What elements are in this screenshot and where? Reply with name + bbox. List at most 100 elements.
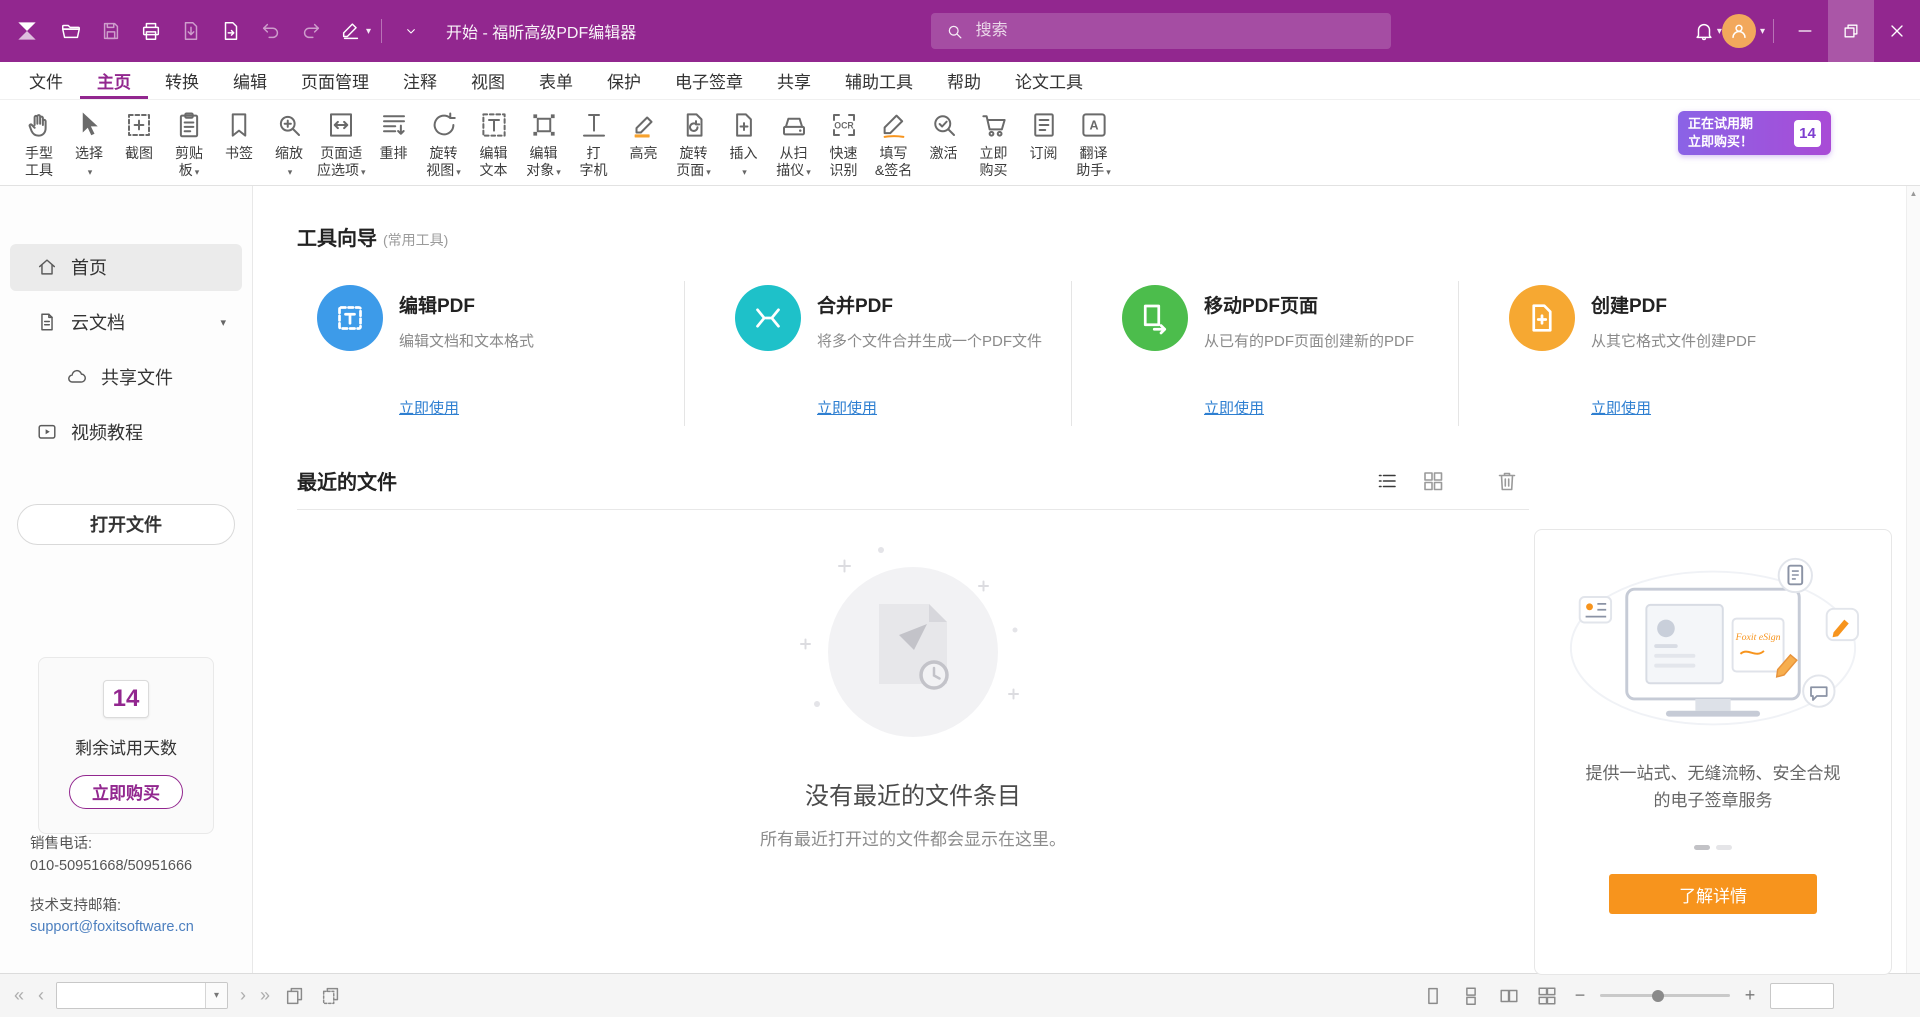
- ribbon-edit-text-button[interactable]: 编辑 文本: [469, 108, 519, 181]
- ribbon-rotate-view-button[interactable]: 旋转 视图▾: [419, 108, 469, 181]
- use-now-link[interactable]: 立即使用: [1204, 397, 1264, 418]
- ribbon-clipboard-button[interactable]: 剪贴 板▾: [164, 108, 214, 181]
- redo-icon-button[interactable]: [292, 12, 330, 50]
- restore-button[interactable]: [1828, 0, 1874, 62]
- sidebar-item-shared-files[interactable]: 共享文件: [10, 354, 242, 401]
- menu-item-form[interactable]: 表单: [522, 62, 590, 99]
- search-input[interactable]: [974, 21, 1377, 41]
- zoom-out-button[interactable]: −: [1572, 985, 1588, 1006]
- ribbon-subscribe-button[interactable]: 订阅: [1019, 108, 1069, 164]
- ribbon-snapshot-button[interactable]: 截图: [114, 108, 164, 164]
- ribbon-zoom-button[interactable]: 缩放 ▾: [264, 108, 314, 181]
- convert-doc-icon-button[interactable]: [212, 12, 250, 50]
- sign-dropdown-caret-icon[interactable]: ▾: [366, 26, 371, 37]
- ribbon-rotate-pages-button[interactable]: 旋转 页面▾: [669, 108, 719, 181]
- support-email-link[interactable]: support@foxitsoftware.cn: [30, 919, 194, 935]
- ribbon-fit-options-button[interactable]: 页面适 应选项▾: [314, 108, 369, 181]
- grid-view-button[interactable]: [1419, 467, 1447, 495]
- use-now-link[interactable]: 立即使用: [1591, 397, 1651, 418]
- ribbon-insert-button[interactable]: 插入 ▾: [719, 108, 769, 181]
- fill-sign-icon: [879, 110, 909, 140]
- ribbon-reflow-button[interactable]: 重排: [369, 108, 419, 164]
- menu-item-comment[interactable]: 注释: [386, 62, 454, 99]
- carousel-dot[interactable]: [1716, 845, 1732, 850]
- clear-recent-button[interactable]: [1493, 467, 1521, 495]
- learn-more-button[interactable]: 了解详情: [1609, 874, 1817, 914]
- trial-period-badge[interactable]: 正在试用期 立即购买！ 14: [1678, 111, 1831, 155]
- list-view-button[interactable]: [1373, 467, 1401, 495]
- ribbon-fill-sign-button[interactable]: 填写 &签名: [869, 108, 919, 181]
- view-continuous-button[interactable]: [1458, 983, 1484, 1009]
- scroll-up-icon[interactable]: ▲: [1910, 190, 1918, 973]
- sidebar-item-video-tutorials[interactable]: 视频教程: [10, 409, 242, 456]
- menu-item-share[interactable]: 共享: [760, 62, 828, 99]
- ribbon-highlight-button[interactable]: 高亮: [619, 108, 669, 164]
- copy-pages-button[interactable]: [318, 983, 344, 1009]
- zoom-level-input[interactable]: [1770, 983, 1834, 1009]
- sidebar-item-cloud-docs[interactable]: 云文档 ▾: [10, 299, 242, 346]
- tool-card-edit-pdf[interactable]: 编辑PDF 编辑文档和文本格式 立即使用: [297, 281, 684, 426]
- chevron-down-icon[interactable]: ▾: [220, 316, 226, 329]
- undo-icon-button[interactable]: [252, 12, 290, 50]
- snapshot-pages-button[interactable]: [282, 983, 308, 1009]
- last-page-icon[interactable]: »: [258, 985, 272, 1006]
- tool-card-move-pdf-pages[interactable]: 移动PDF页面 从已有的PDF页面创建新的PDF 立即使用: [1071, 281, 1458, 426]
- minimize-button[interactable]: [1782, 0, 1828, 62]
- ribbon-edit-object-button[interactable]: 编辑 对象▾: [519, 108, 569, 181]
- menu-item-file[interactable]: 文件: [12, 62, 80, 99]
- close-button[interactable]: [1874, 0, 1920, 62]
- save-icon-button[interactable]: [92, 12, 130, 50]
- carousel-dot-active[interactable]: [1694, 845, 1710, 850]
- ribbon-translate-assistant-button[interactable]: 翻译 助手▾: [1069, 108, 1119, 181]
- search-box[interactable]: [931, 13, 1391, 49]
- sign-stamp-icon-button[interactable]: [332, 12, 370, 50]
- menu-item-home[interactable]: 主页: [80, 62, 148, 99]
- menu-item-accessibility[interactable]: 辅助工具: [828, 62, 930, 99]
- page-number-input[interactable]: [57, 983, 205, 1008]
- customize-toolbar-button[interactable]: [392, 12, 430, 50]
- next-page-icon[interactable]: ›: [238, 985, 248, 1006]
- ribbon-from-scanner-button[interactable]: 从扫 描仪▾: [769, 108, 819, 181]
- tool-card-merge-pdf[interactable]: 合并PDF 将多个文件合并生成一个PDF文件 立即使用: [684, 281, 1071, 426]
- view-single-page-button[interactable]: [1420, 983, 1446, 1009]
- menu-item-convert[interactable]: 转换: [148, 62, 216, 99]
- ribbon-quick-ocr-button[interactable]: 快速 识别: [819, 108, 869, 181]
- sidebar-item-home[interactable]: 首页: [10, 244, 242, 291]
- menu-item-protect[interactable]: 保护: [590, 62, 658, 99]
- view-facing-continuous-button[interactable]: [1534, 983, 1560, 1009]
- menu-item-esign[interactable]: 电子签章: [658, 62, 760, 99]
- use-now-link[interactable]: 立即使用: [817, 397, 877, 418]
- ribbon-typewriter-button[interactable]: 打 字机: [569, 108, 619, 181]
- menu-item-paper-tools[interactable]: 论文工具: [998, 62, 1100, 99]
- menu-item-edit[interactable]: 编辑: [216, 62, 284, 99]
- prev-page-icon[interactable]: ‹: [36, 985, 46, 1006]
- ribbon-buy-now-button[interactable]: 立即 购买: [969, 108, 1019, 181]
- notifications-caret-icon[interactable]: ▾: [1717, 26, 1722, 37]
- view-facing-button[interactable]: [1496, 983, 1522, 1009]
- ribbon-bookmark-button[interactable]: 书签: [214, 108, 264, 164]
- buy-now-button[interactable]: 立即购买: [69, 775, 183, 809]
- menu-item-view[interactable]: 视图: [454, 62, 522, 99]
- account-caret-icon[interactable]: ▾: [1760, 26, 1765, 37]
- first-page-icon[interactable]: «: [12, 985, 26, 1006]
- cloud-document-icon: [36, 311, 58, 333]
- menu-item-page-management[interactable]: 页面管理: [284, 62, 386, 99]
- ribbon-select-button[interactable]: 选择 ▾: [64, 108, 114, 181]
- zoom-slider-thumb[interactable]: [1652, 990, 1664, 1002]
- vertical-scrollbar[interactable]: ▲: [1906, 186, 1920, 973]
- print-icon-button[interactable]: [132, 12, 170, 50]
- tool-card-create-pdf[interactable]: 创建PDF 从其它格式文件创建PDF 立即使用: [1458, 281, 1845, 426]
- select-cursor-icon: [74, 110, 104, 140]
- use-now-link[interactable]: 立即使用: [399, 397, 459, 418]
- ribbon-activate-button[interactable]: 激活: [919, 108, 969, 164]
- zoom-slider[interactable]: [1600, 989, 1730, 1003]
- page-list-caret-icon[interactable]: ▾: [205, 983, 227, 1008]
- zoom-in-button[interactable]: +: [1742, 985, 1758, 1006]
- export-pdf-icon-button[interactable]: [172, 12, 210, 50]
- ribbon-hand-tool-button[interactable]: 手型 工具: [14, 108, 64, 181]
- open-file-button[interactable]: 打开文件: [17, 504, 235, 545]
- open-file-icon-button[interactable]: [52, 12, 90, 50]
- user-avatar[interactable]: [1722, 14, 1756, 48]
- menu-item-help[interactable]: 帮助: [930, 62, 998, 99]
- zoom-slider-track[interactable]: [1600, 994, 1730, 997]
